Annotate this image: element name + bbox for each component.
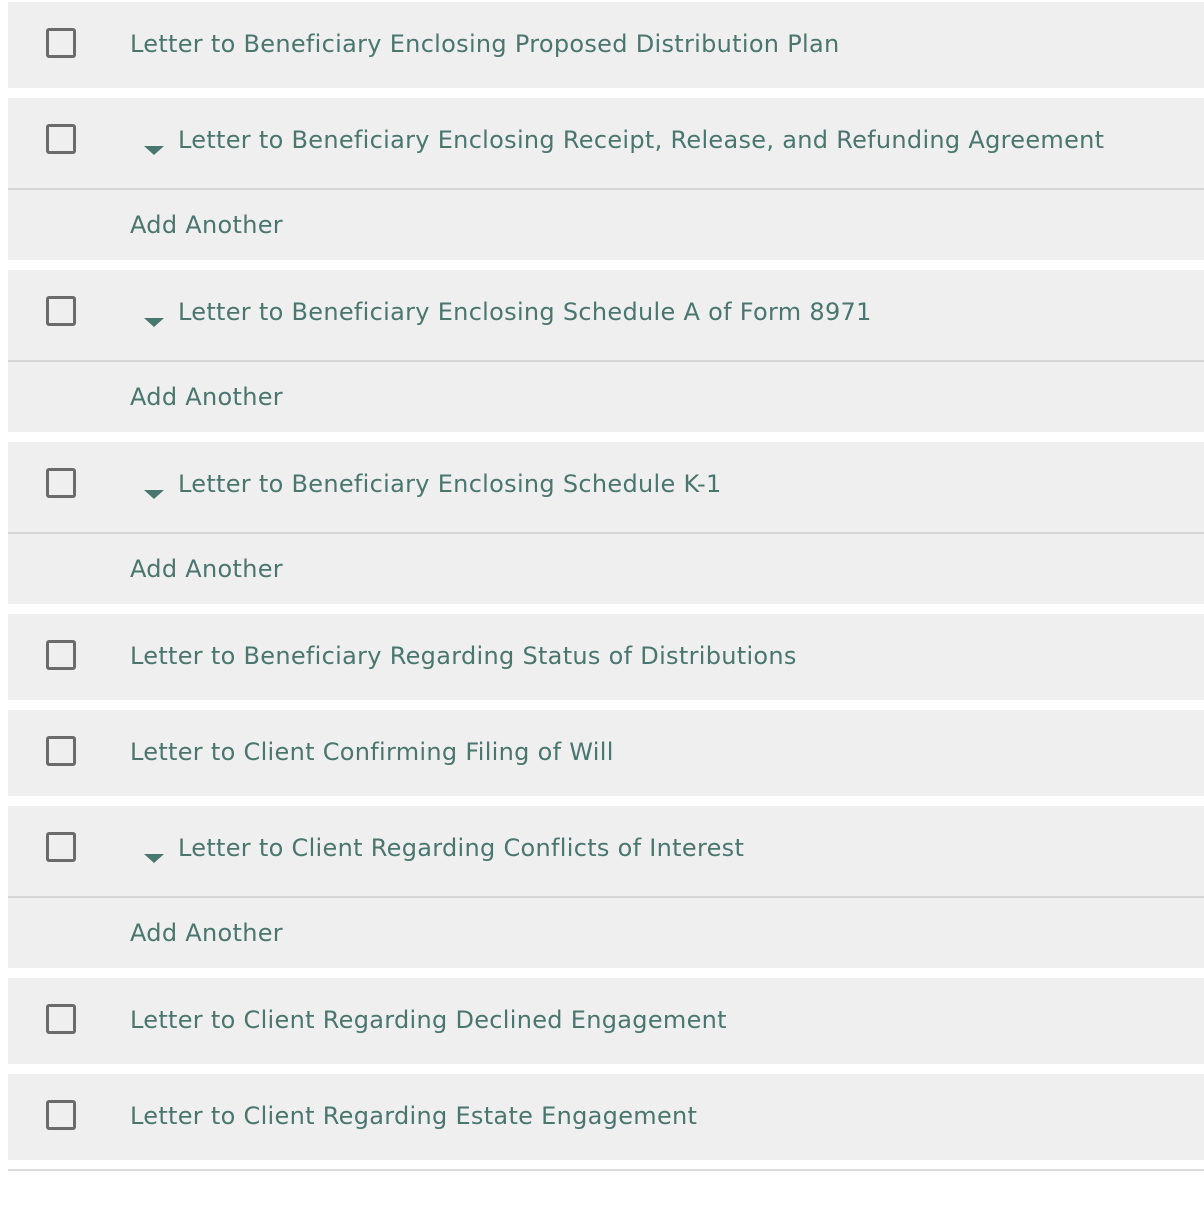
item-checkbox[interactable] bbox=[46, 124, 76, 154]
item-label[interactable]: Letter to Client Regarding Conflicts of … bbox=[178, 834, 744, 862]
item-label[interactable]: Letter to Beneficiary Enclosing Proposed… bbox=[130, 30, 840, 58]
item-row: Letter to Beneficiary Enclosing Proposed… bbox=[8, 2, 1204, 88]
item-checkbox[interactable] bbox=[46, 736, 76, 766]
list-item: Letter to Beneficiary Regarding Status o… bbox=[8, 614, 1204, 700]
document-list: Letter to Beneficiary Enclosing Proposed… bbox=[8, 2, 1204, 1170]
add-another-row: Add Another bbox=[8, 190, 1204, 260]
item-row: Letter to Client Confirming Filing of Wi… bbox=[8, 710, 1204, 796]
list-item: Letter to Client Confirming Filing of Wi… bbox=[8, 710, 1204, 796]
item-row: Letter to Client Regarding Estate Engage… bbox=[8, 1074, 1204, 1160]
item-row: Letter to Beneficiary Enclosing Receipt,… bbox=[8, 98, 1204, 190]
caret-down-icon[interactable] bbox=[144, 854, 164, 863]
add-another-row: Add Another bbox=[8, 534, 1204, 604]
item-checkbox[interactable] bbox=[46, 640, 76, 670]
item-checkbox[interactable] bbox=[46, 468, 76, 498]
item-label[interactable]: Letter to Client Confirming Filing of Wi… bbox=[130, 738, 614, 766]
item-row: Letter to Beneficiary Enclosing Schedule… bbox=[8, 270, 1204, 362]
item-row: Letter to Client Regarding Conflicts of … bbox=[8, 806, 1204, 898]
list-item-group: Letter to Beneficiary Enclosing Schedule… bbox=[8, 270, 1204, 432]
item-row: Letter to Client Regarding Declined Enga… bbox=[8, 978, 1204, 1064]
caret-down-icon[interactable] bbox=[144, 146, 164, 155]
list-item: Letter to Client Regarding Estate Engage… bbox=[8, 1074, 1204, 1160]
item-checkbox[interactable] bbox=[46, 28, 76, 58]
caret-down-icon[interactable] bbox=[144, 318, 164, 327]
item-row: Letter to Beneficiary Enclosing Schedule… bbox=[8, 442, 1204, 534]
add-another-link[interactable]: Add Another bbox=[130, 211, 283, 239]
item-checkbox[interactable] bbox=[46, 296, 76, 326]
add-another-link[interactable]: Add Another bbox=[130, 919, 283, 947]
item-label[interactable]: Letter to Client Regarding Estate Engage… bbox=[130, 1102, 697, 1130]
list-item: Letter to Beneficiary Enclosing Proposed… bbox=[8, 2, 1204, 88]
caret-down-icon[interactable] bbox=[144, 490, 164, 499]
item-checkbox[interactable] bbox=[46, 1100, 76, 1130]
list-item-group: Letter to Beneficiary Enclosing Receipt,… bbox=[8, 98, 1204, 260]
item-checkbox[interactable] bbox=[46, 1004, 76, 1034]
list-item-group: Letter to Client Regarding Conflicts of … bbox=[8, 806, 1204, 968]
item-label[interactable]: Letter to Beneficiary Enclosing Receipt,… bbox=[178, 126, 1104, 154]
item-row: Letter to Beneficiary Regarding Status o… bbox=[8, 614, 1204, 700]
item-label[interactable]: Letter to Client Regarding Declined Enga… bbox=[130, 1006, 727, 1034]
list-item: Letter to Client Regarding Declined Enga… bbox=[8, 978, 1204, 1064]
item-checkbox[interactable] bbox=[46, 832, 76, 862]
item-label[interactable]: Letter to Beneficiary Regarding Status o… bbox=[130, 642, 797, 670]
add-another-row: Add Another bbox=[8, 898, 1204, 968]
add-another-row: Add Another bbox=[8, 362, 1204, 432]
list-bottom-divider bbox=[8, 1169, 1204, 1171]
add-another-link[interactable]: Add Another bbox=[130, 555, 283, 583]
item-label[interactable]: Letter to Beneficiary Enclosing Schedule… bbox=[178, 470, 722, 498]
list-item-group: Letter to Beneficiary Enclosing Schedule… bbox=[8, 442, 1204, 604]
add-another-link[interactable]: Add Another bbox=[130, 383, 283, 411]
item-label[interactable]: Letter to Beneficiary Enclosing Schedule… bbox=[178, 298, 872, 326]
